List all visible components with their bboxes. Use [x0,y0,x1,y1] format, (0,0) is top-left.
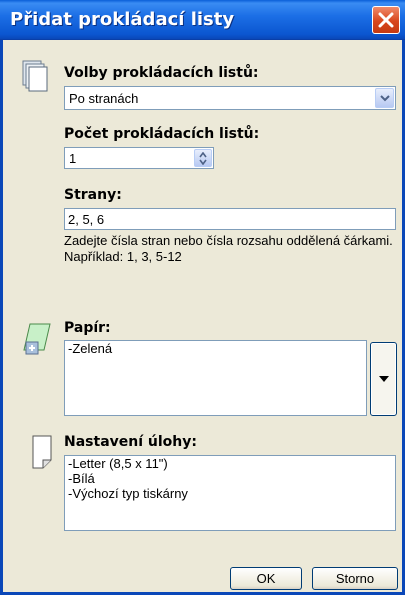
job-settings-label: Nastavení úlohy: [64,434,197,450]
job-setting-item: -Bílá [68,471,95,486]
job-setting-item: -Výchozí typ tiskárny [68,486,188,501]
dropdown-button[interactable] [375,88,394,108]
inserts-options-dropdown[interactable]: Po stranách [64,86,396,110]
stacked-pages-icon [22,60,48,92]
inserts-count-label: Počet prokládacích listů: [64,126,260,142]
job-settings-list: -Letter (8,5 x 11") -Bílá -Výchozí typ t… [64,455,396,531]
paper-sheet-icon [23,323,51,355]
paper-list[interactable]: -Zelená [64,340,367,416]
spin-buttons[interactable] [194,149,212,167]
pages-label: Strany: [64,187,122,203]
close-icon [378,12,394,28]
inserts-count-stepper[interactable]: 1 [64,147,214,169]
pages-hint-text: Zadejte čísla stran nebo čísla rozsahu o… [64,233,393,248]
cancel-button[interactable]: Storno [312,567,398,590]
close-button[interactable] [372,6,400,34]
chevron-down-icon [380,95,390,102]
job-setting-item: -Letter (8,5 x 11") [68,456,168,471]
inserts-options-value: Po stranách [69,91,139,106]
paper-item[interactable]: -Zelená [65,341,366,356]
spin-down-icon[interactable] [199,159,207,165]
pages-input[interactable]: 2, 5, 6 [64,208,396,230]
ok-button[interactable]: OK [230,567,302,590]
inserts-count-value: 1 [69,151,77,166]
paper-label: Papír: [64,320,111,336]
document-icon [32,435,52,469]
pages-hint: Zadejte čísla stran nebo čísla rozsahu o… [64,233,399,265]
caret-down-icon [379,376,389,382]
window-title: Přidat prokládací listy [10,9,235,30]
spin-up-icon[interactable] [199,152,207,158]
inserts-options-label: Volby prokládacích listů: [64,65,259,81]
pages-example-text: Například: 1, 3, 5-12 [64,249,182,264]
paper-dropdown-button[interactable] [370,342,397,416]
title-bar: Přidat prokládací listy [0,0,405,40]
pages-value: 2, 5, 6 [68,212,105,227]
